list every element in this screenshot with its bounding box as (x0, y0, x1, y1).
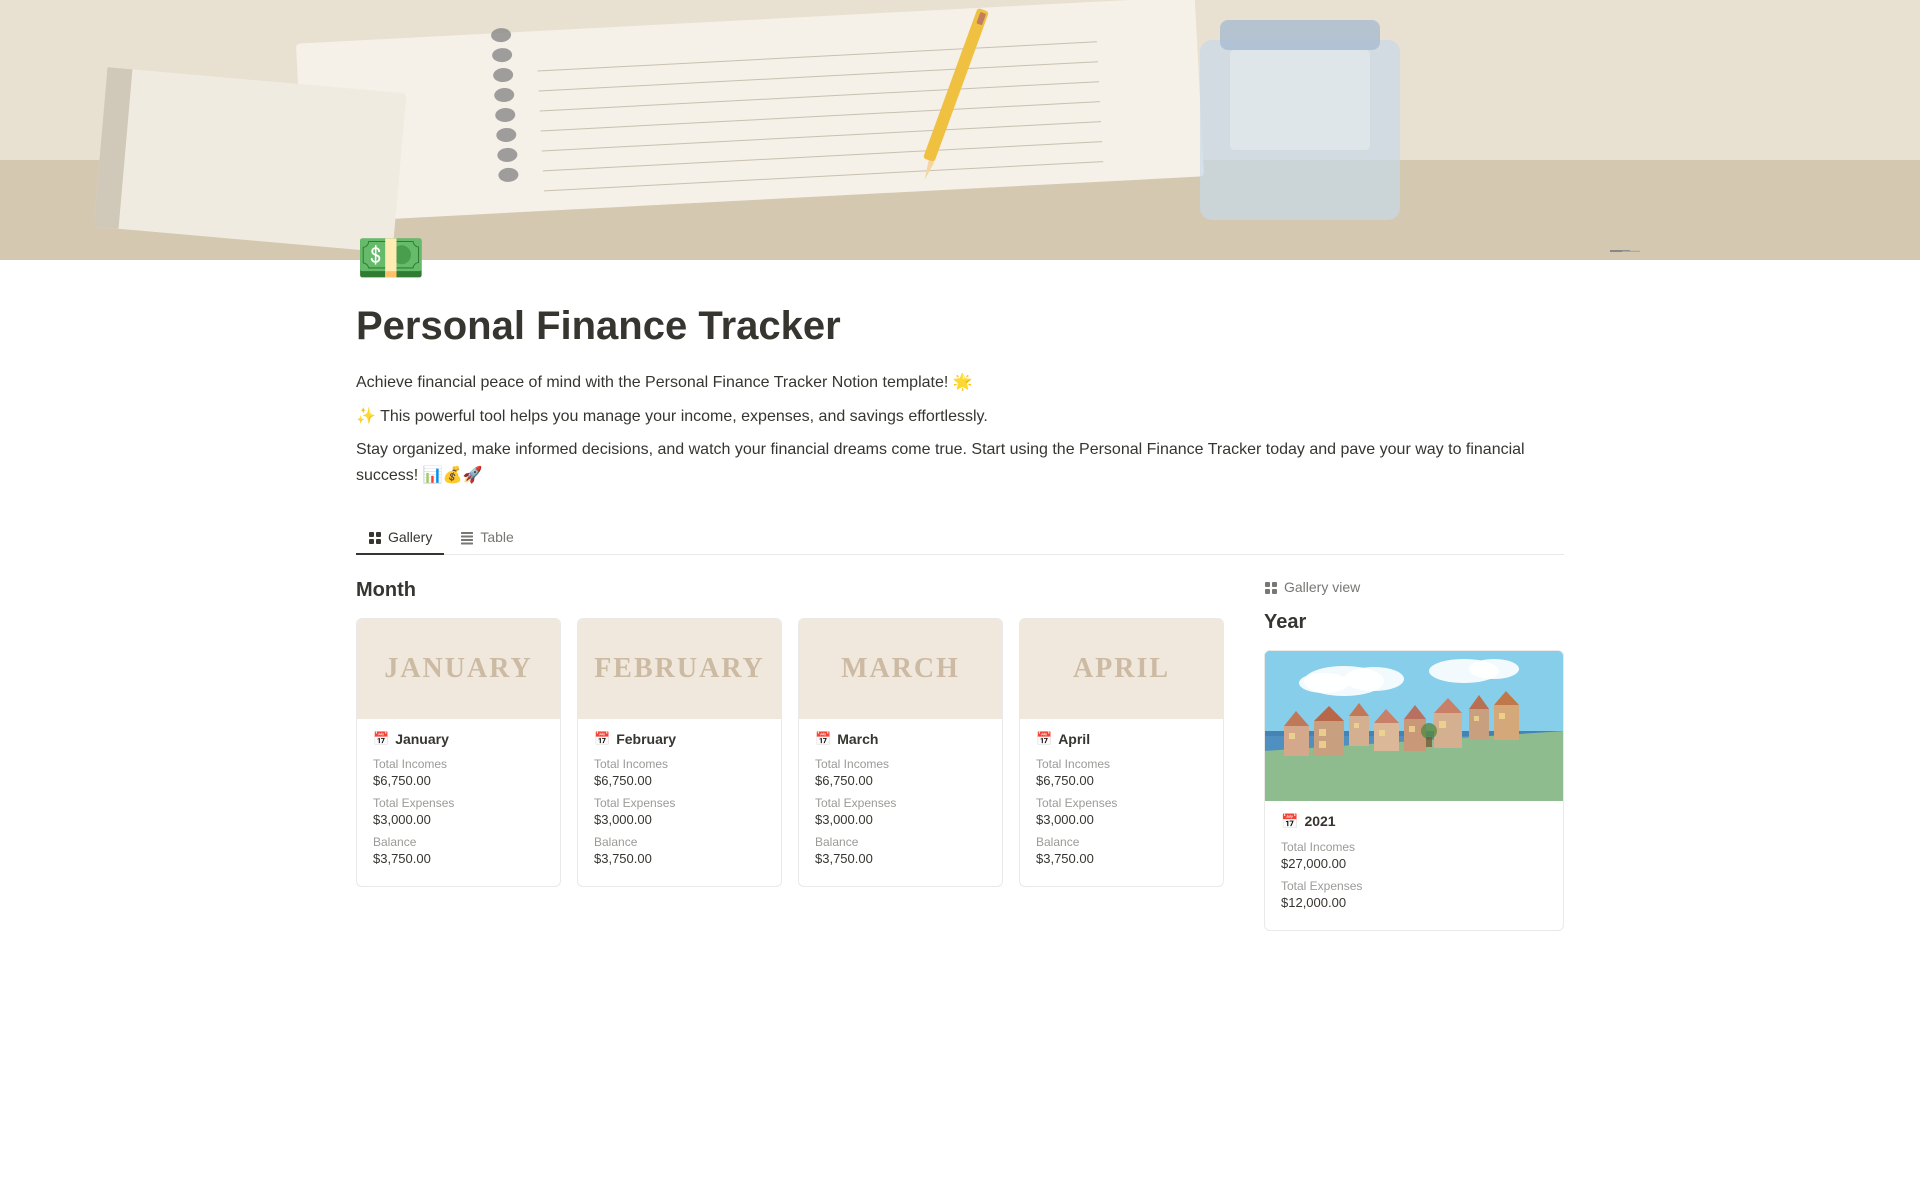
card-month-name-march: March (837, 731, 878, 747)
table-tab-icon (460, 528, 474, 544)
tabs-container: Gallery Table (356, 520, 1564, 554)
page-icon: 💵 (356, 230, 1564, 286)
total-expenses-label-february: Total Expenses (594, 796, 765, 810)
month-card-january[interactable]: JANUARY 📅 January Total Incomes $6,750.0… (356, 618, 561, 887)
card-calendar-icon-march: 📅 (815, 731, 831, 747)
card-title-february: 📅 February (594, 731, 765, 747)
month-card-march[interactable]: MARCH 📅 March Total Incomes $6,750.00 To… (798, 618, 1003, 887)
card-cover-text-february: FEBRUARY (594, 653, 765, 685)
balance-value-march: $3,750.00 (815, 851, 986, 866)
total-expenses-value-april: $3,000.00 (1036, 812, 1207, 827)
balance-label-march: Balance (815, 835, 986, 849)
page-title: Personal Finance Tracker (356, 302, 1564, 350)
left-section: Month JANUARY 📅 January Total Incomes $6… (356, 579, 1224, 887)
year-calendar-icon: 📅 (1281, 813, 1298, 830)
page-description-3: Stay organized, make informed decisions,… (356, 437, 1564, 488)
balance-value-april: $3,750.00 (1036, 851, 1207, 866)
sidebar-view-label: Gallery view (1284, 579, 1360, 595)
sidebar-gallery-icon (1264, 579, 1278, 595)
card-month-name-february: February (616, 731, 676, 747)
tab-table[interactable]: Table (448, 520, 525, 554)
page-description-2: ✨ This powerful tool helps you manage yo… (356, 404, 1564, 430)
year-card-cover (1265, 651, 1563, 801)
card-title-january: 📅 January (373, 731, 544, 747)
card-cover-february: FEBRUARY (578, 619, 781, 719)
year-section-header: Year (1264, 611, 1564, 634)
total-incomes-label-january: Total Incomes (373, 757, 544, 771)
card-cover-april: APRIL (1020, 619, 1223, 719)
year-total-expenses-label: Total Expenses (1281, 879, 1547, 893)
total-incomes-label-march: Total Incomes (815, 757, 986, 771)
year-total-incomes-label: Total Incomes (1281, 840, 1547, 854)
year-card-body: 📅 2021 Total Incomes $27,000.00 Total Ex… (1265, 801, 1563, 930)
total-expenses-value-february: $3,000.00 (594, 812, 765, 827)
card-body-february: 📅 February Total Incomes $6,750.00 Total… (578, 719, 781, 886)
total-expenses-label-april: Total Expenses (1036, 796, 1207, 810)
total-incomes-label-april: Total Incomes (1036, 757, 1207, 771)
tab-gallery-label: Gallery (388, 529, 432, 545)
card-calendar-icon-january: 📅 (373, 731, 389, 747)
balance-label-february: Balance (594, 835, 765, 849)
month-card-april[interactable]: APRIL 📅 April Total Incomes $6,750.00 To… (1019, 618, 1224, 887)
card-cover-text-january: JANUARY (384, 653, 532, 685)
card-cover-text-april: APRIL (1073, 653, 1170, 685)
card-title-april: 📅 April (1036, 731, 1207, 747)
month-card-february[interactable]: FEBRUARY 📅 February Total Incomes $6,750… (577, 618, 782, 887)
year-name: 2021 (1304, 813, 1335, 829)
card-cover-january: JANUARY (357, 619, 560, 719)
card-body-january: 📅 January Total Incomes $6,750.00 Total … (357, 719, 560, 886)
balance-label-january: Balance (373, 835, 544, 849)
year-total-incomes-value: $27,000.00 (1281, 856, 1547, 871)
minimize-button[interactable]: — (1610, 250, 1630, 252)
hero-banner (0, 0, 1920, 260)
card-month-name-january: January (395, 731, 449, 747)
total-expenses-label-january: Total Expenses (373, 796, 544, 810)
balance-value-january: $3,750.00 (373, 851, 544, 866)
main-layout: Month JANUARY 📅 January Total Incomes $6… (356, 579, 1564, 931)
card-month-name-april: April (1058, 731, 1090, 747)
tab-gallery[interactable]: Gallery (356, 520, 444, 554)
card-calendar-icon-april: 📅 (1036, 731, 1052, 747)
balance-value-february: $3,750.00 (594, 851, 765, 866)
page-description-1: Achieve financial peace of mind with the… (356, 370, 1564, 396)
total-expenses-label-march: Total Expenses (815, 796, 986, 810)
month-gallery-grid: JANUARY 📅 January Total Incomes $6,750.0… (356, 618, 1224, 887)
right-sidebar: Gallery view Year (1264, 579, 1564, 931)
total-incomes-value-april: $6,750.00 (1036, 773, 1207, 788)
total-incomes-value-january: $6,750.00 (373, 773, 544, 788)
card-body-april: 📅 April Total Incomes $6,750.00 Total Ex… (1020, 719, 1223, 886)
minimize-icon: — (1622, 240, 1640, 261)
month-section-header: Month (356, 579, 1224, 602)
card-cover-text-march: MARCH (841, 653, 960, 685)
gallery-tab-icon (368, 528, 382, 544)
total-incomes-label-february: Total Incomes (594, 757, 765, 771)
total-incomes-value-march: $6,750.00 (815, 773, 986, 788)
card-calendar-icon-february: 📅 (594, 731, 610, 747)
total-expenses-value-march: $3,000.00 (815, 812, 986, 827)
card-title-march: 📅 March (815, 731, 986, 747)
card-body-march: 📅 March Total Incomes $6,750.00 Total Ex… (799, 719, 1002, 886)
year-card[interactable]: 📅 2021 Total Incomes $27,000.00 Total Ex… (1264, 650, 1564, 931)
year-card-title: 📅 2021 (1281, 813, 1547, 830)
total-incomes-value-february: $6,750.00 (594, 773, 765, 788)
card-cover-march: MARCH (799, 619, 1002, 719)
sidebar-header: Gallery view (1264, 579, 1564, 595)
year-total-expenses-value: $12,000.00 (1281, 895, 1547, 910)
total-expenses-value-january: $3,000.00 (373, 812, 544, 827)
tab-table-label: Table (480, 529, 513, 545)
balance-label-april: Balance (1036, 835, 1207, 849)
